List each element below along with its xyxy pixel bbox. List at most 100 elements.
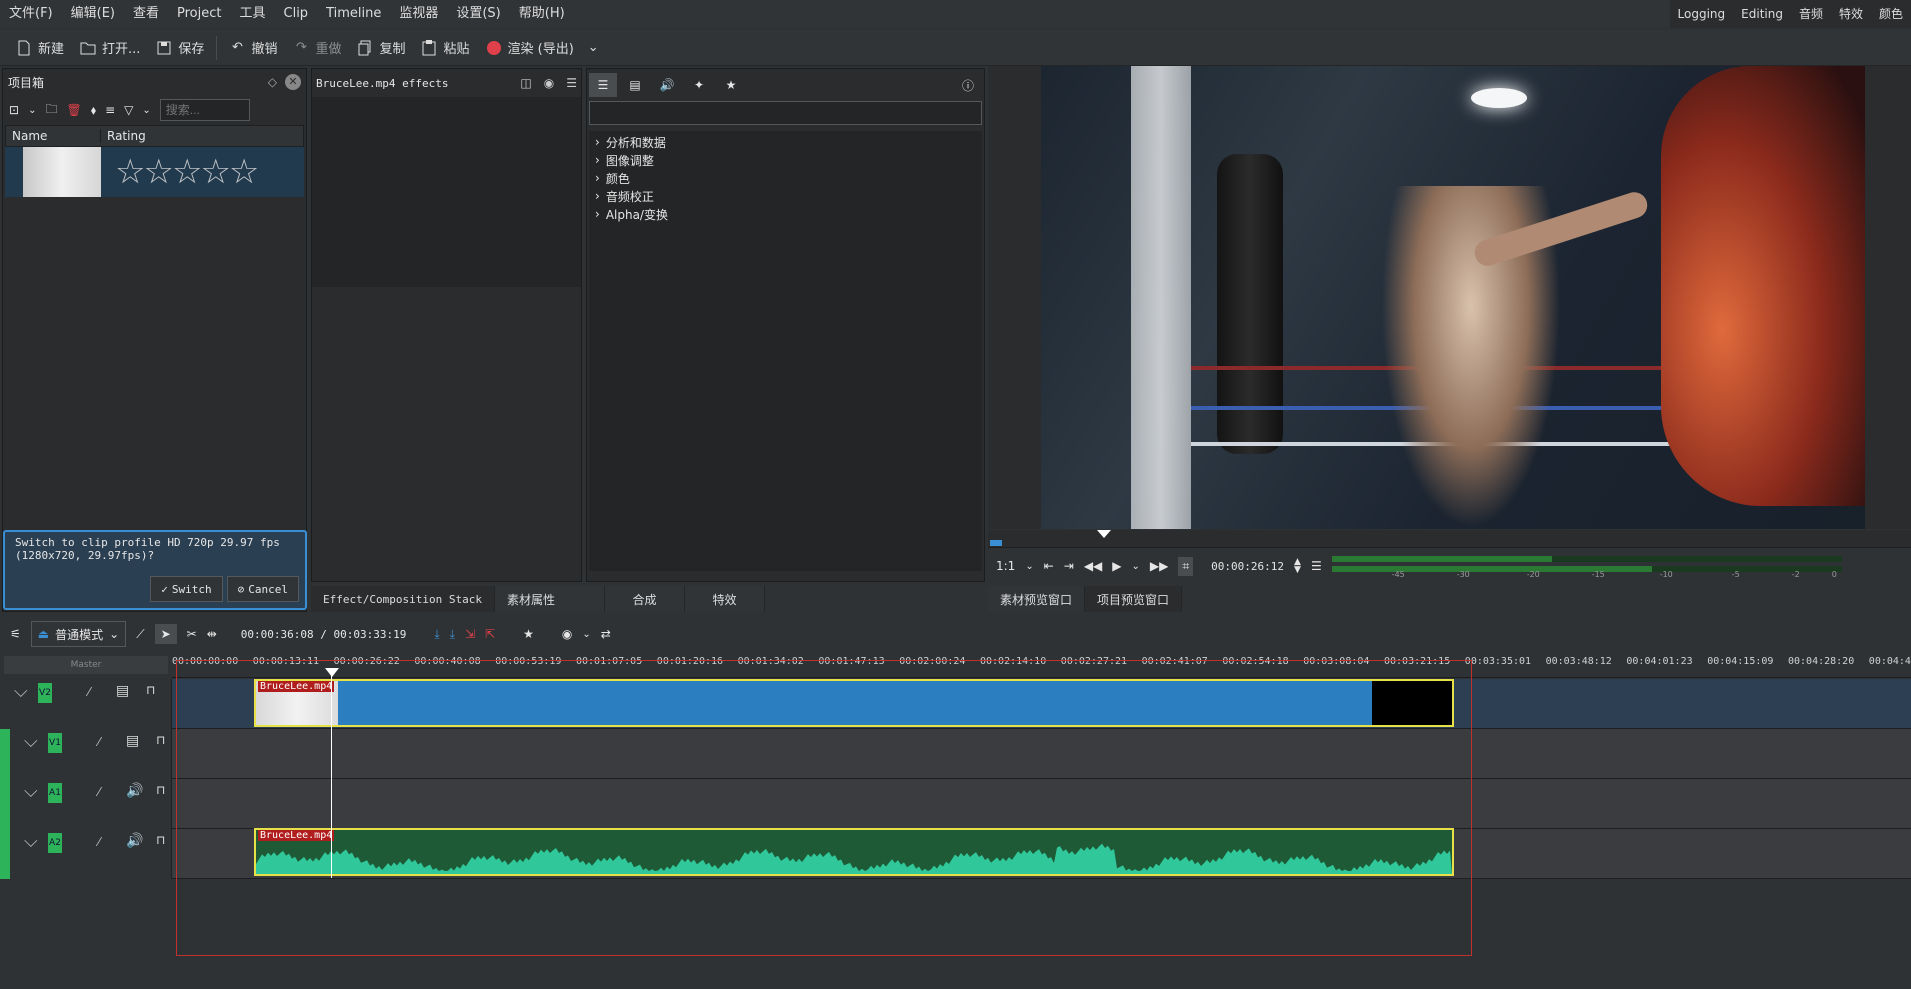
audio-clip-a2[interactable]: BruceLee.mp4 <box>254 828 1454 876</box>
paste-button[interactable]: 粘贴 <box>413 33 477 63</box>
effect-category-1[interactable]: › 图像调整 <box>589 151 982 169</box>
tab-clip-properties[interactable]: 素材属性 <box>494 586 605 612</box>
layout-effects[interactable]: 特效 <box>1831 0 1871 28</box>
fast-forward-icon[interactable]: ▶▶ <box>1150 559 1168 573</box>
collapse-chevron-icon[interactable]: ⌵ <box>14 681 28 702</box>
effects-wand-icon[interactable]: ⁄ <box>98 735 100 749</box>
favorite-star-icon[interactable]: ★ <box>523 627 534 641</box>
layout-editing[interactable]: Editing <box>1733 0 1791 28</box>
cancel-button[interactable]: ⊘ Cancel <box>226 576 299 602</box>
set-in-icon[interactable]: ⇤ <box>1044 559 1054 573</box>
monitor-timecode[interactable]: 00:00:26:12 <box>1211 560 1284 573</box>
add-clip-icon[interactable]: ⊡ <box>9 103 19 117</box>
monitor-ruler[interactable] <box>988 530 1911 548</box>
track-name-label[interactable]: A2 <box>48 833 62 853</box>
chevron-down-icon[interactable]: ⌄ <box>142 105 150 116</box>
close-icon[interactable]: ✕ <box>285 74 301 90</box>
speaker-icon[interactable]: 🔊 <box>126 833 143 849</box>
info-icon[interactable]: ⓘ <box>954 73 982 97</box>
copy-button[interactable]: 复制 <box>349 33 413 63</box>
bin-clip-row[interactable]: ☆☆☆☆☆ <box>5 147 304 197</box>
video-effects-icon[interactable]: ▤ <box>621 73 649 97</box>
new-folder-icon[interactable]: 🗀 <box>45 100 57 121</box>
rewind-icon[interactable]: ◀◀ <box>1084 559 1102 573</box>
new-button[interactable]: 新建 <box>8 33 72 63</box>
bin-search-input[interactable] <box>159 99 250 121</box>
effect-category-3[interactable]: › 音频校正 <box>589 187 982 205</box>
menu-file[interactable]: 文件(F) <box>0 0 62 28</box>
razor-tool-icon[interactable]: ✂ <box>187 627 197 641</box>
collapse-chevron-icon[interactable]: ⌵ <box>24 731 38 752</box>
effect-category-2[interactable]: › 颜色 <box>589 169 982 187</box>
tab-clip-monitor[interactable]: 素材预览窗口 <box>988 586 1086 612</box>
track-name-label[interactable]: A1 <box>48 783 62 803</box>
chevron-down-icon[interactable]: ⌄ <box>1025 561 1033 572</box>
audio-effects-icon[interactable]: 🔊 <box>653 73 681 97</box>
lock-icon[interactable]: ⊓ <box>156 833 165 847</box>
monitor-playhead-marker[interactable] <box>1097 530 1111 538</box>
menu-clip[interactable]: Clip <box>275 0 318 28</box>
collapse-chevron-icon[interactable]: ⌵ <box>24 781 38 802</box>
tag-icon[interactable]: ⬧ <box>91 103 96 118</box>
undo-button[interactable]: ↶ 撤销 <box>221 33 285 63</box>
layout-color[interactable]: 颜色 <box>1871 0 1911 28</box>
track-name-label[interactable]: V1 <box>48 733 62 753</box>
set-out-icon[interactable]: ⇥ <box>1064 559 1074 573</box>
menu-project[interactable]: Project <box>168 0 230 28</box>
spin-arrows-icon[interactable]: ▲ ▼ <box>1294 558 1301 575</box>
effects-wand-icon[interactable]: ⁄ <box>88 685 90 699</box>
tab-effects[interactable]: 特效 <box>684 586 765 612</box>
menu-icon[interactable]: ☰ <box>1311 559 1322 573</box>
chevron-down-icon[interactable]: ⌄ <box>588 40 599 55</box>
crop-icon[interactable]: ⌗ <box>1178 556 1194 576</box>
lock-icon[interactable]: ⊓ <box>156 733 165 747</box>
timeline-ruler[interactable]: 00:00:00:00 00:00:13:11 00:00:26:22 00:00:4… <box>172 654 1911 678</box>
float-icon[interactable]: ◇ <box>268 75 277 89</box>
zoom-select[interactable]: 1:1 <box>996 559 1015 573</box>
spacer-tool-icon[interactable]: ⇹ <box>207 627 217 641</box>
lock-icon[interactable]: ⊓ <box>156 783 165 797</box>
effects-search-input[interactable] <box>589 101 982 125</box>
edit-mode-select[interactable]: ⏏ 普通模式 ⌄ <box>30 621 127 647</box>
column-rating-header[interactable]: Rating <box>101 129 146 143</box>
filter-icon[interactable]: ▽ <box>124 103 133 117</box>
effect-category-0[interactable]: › 分析和数据 <box>589 133 982 151</box>
eye-icon[interactable]: ◉ <box>544 76 554 90</box>
timeline-settings-icon[interactable]: ⚟ <box>10 627 21 641</box>
select-tool-icon[interactable]: ➤ <box>154 624 177 644</box>
tab-effect-stack[interactable]: Effect/Composition Stack <box>311 586 495 612</box>
menu-help[interactable]: 帮助(H) <box>510 0 574 28</box>
compare-split-icon[interactable]: ◫ <box>520 76 531 90</box>
custom-effects-icon[interactable]: ✦ <box>685 73 713 97</box>
insert-icon[interactable]: ⤓ <box>434 627 439 642</box>
film-strip-icon[interactable]: ▤ <box>126 733 139 749</box>
chevron-down-icon[interactable]: ⌄ <box>582 629 590 640</box>
list-view-icon[interactable]: ☰ <box>589 73 617 97</box>
video-clip-v2[interactable]: BruceLee.mp4 <box>254 679 1454 727</box>
render-button[interactable]: 渲染 (导出) ⌄ <box>478 33 607 63</box>
menu-timeline[interactable]: Timeline <box>317 0 390 28</box>
open-button[interactable]: 打开... <box>72 33 148 63</box>
master-header[interactable]: Master <box>4 656 168 674</box>
menu-monitor[interactable]: 监视器 <box>390 0 447 28</box>
menu-settings[interactable]: 设置(S) <box>447 0 509 28</box>
column-name-header[interactable]: Name <box>6 129 101 143</box>
film-strip-icon[interactable]: ▤ <box>116 683 129 699</box>
redo-button[interactable]: ↷ 重做 <box>285 33 349 63</box>
track-name-label[interactable]: V2 <box>38 683 52 703</box>
menu-edit[interactable]: 编辑(E) <box>62 0 124 28</box>
effect-category-4[interactable]: › Alpha/变换 <box>589 205 982 223</box>
list-view-icon[interactable]: ≡ <box>105 103 115 117</box>
favorites-star-icon[interactable]: ★ <box>717 73 745 97</box>
settings-sliders-icon[interactable]: ☰ <box>566 76 577 90</box>
chevron-down-icon[interactable]: ⌄ <box>1132 561 1140 572</box>
playhead-marker[interactable] <box>325 668 339 677</box>
effects-wand-icon[interactable]: ⁄ <box>98 835 100 849</box>
menu-tools[interactable]: 工具 <box>230 0 274 28</box>
layout-audio[interactable]: 音频 <box>1791 0 1831 28</box>
lock-icon[interactable]: ⊓ <box>146 683 155 697</box>
record-play-icon[interactable]: ◉ <box>562 627 572 641</box>
switch-button[interactable]: ✓ Switch <box>150 576 223 602</box>
rating-stars[interactable]: ☆☆☆☆☆ <box>115 152 259 192</box>
mixer-icon[interactable]: ⇄ <box>601 627 611 641</box>
